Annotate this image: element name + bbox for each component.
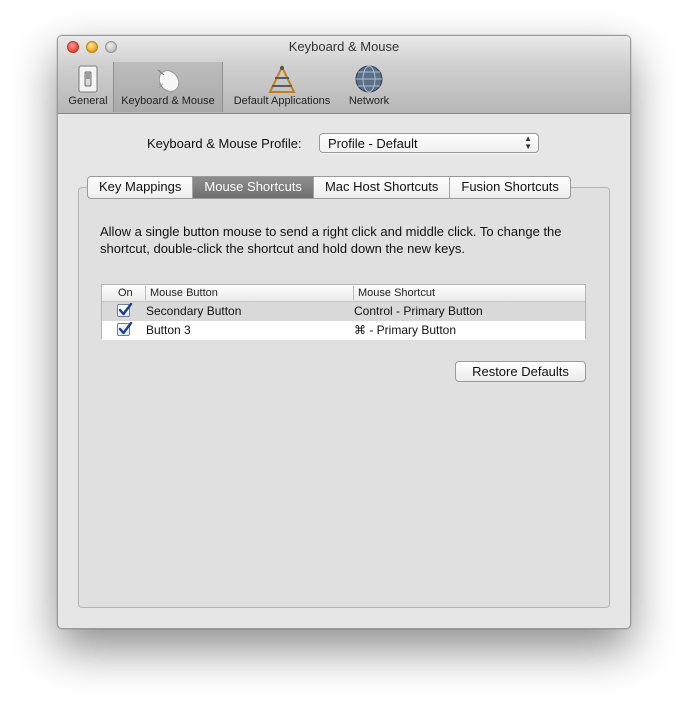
toolbar: Keyboard & Mouse General × Keyboard & Mo… <box>58 36 630 114</box>
description-text: Allow a single button mouse to send a ri… <box>100 224 562 256</box>
table-row[interactable]: Secondary Button Control - Primary Butto… <box>102 302 585 321</box>
column-header-mouse-shortcut[interactable]: Mouse Shortcut <box>353 286 584 300</box>
enabled-checkbox[interactable] <box>117 302 133 317</box>
column-header-mouse-button[interactable]: Mouse Button <box>145 286 353 300</box>
toolbar-item-label: General <box>68 95 108 107</box>
enabled-checkbox[interactable] <box>117 321 133 336</box>
toolbar-item-label: Keyboard & Mouse <box>121 95 215 107</box>
mouse-button-cell: Secondary Button <box>146 304 242 318</box>
mouse-shortcut-cell[interactable]: Control - Primary Button <box>354 304 483 318</box>
light-switch-icon <box>73 64 103 97</box>
restore-defaults-button[interactable]: Restore Defaults <box>455 361 586 382</box>
checkmark-icon <box>118 321 133 335</box>
profile-label: Keyboard & Mouse Profile: <box>147 136 302 151</box>
globe-icon <box>354 64 384 97</box>
toolbar-item-label: Default Applications <box>233 95 331 107</box>
table-header: On Mouse Button Mouse Shortcut <box>102 285 585 302</box>
up-down-arrows-icon: ▲ ▼ <box>524 134 532 151</box>
mouse-icon: × <box>151 64 185 97</box>
window-title: Keyboard & Mouse <box>288 39 400 54</box>
tab-mac-host-shortcuts[interactable]: Mac Host Shortcuts <box>314 177 451 198</box>
table-row[interactable]: Button 3 ⌘ - Primary Button <box>102 321 585 340</box>
mouse-shortcuts-table: On Mouse Button Mouse Shortcut Secondary… <box>101 284 586 340</box>
column-header-on[interactable]: On <box>114 286 133 300</box>
checkmark-icon <box>118 302 133 316</box>
profile-value: Profile - Default <box>328 136 418 151</box>
preferences-window: Keyboard & Mouse General × Keyboard & Mo… <box>57 35 631 629</box>
mouse-button-cell: Button 3 <box>146 323 191 337</box>
app-tools-icon <box>266 64 298 97</box>
profile-popup[interactable]: Profile - Default ▲ ▼ <box>319 133 539 153</box>
tab-key-mappings[interactable]: Key Mappings <box>88 177 194 198</box>
toolbar-item-keyboard-mouse[interactable]: × Keyboard & Mouse <box>113 62 223 112</box>
toolbar-item-label: Network <box>348 95 390 107</box>
tab-fusion-shortcuts[interactable]: Fusion Shortcuts <box>450 177 570 198</box>
mouse-shortcut-cell[interactable]: ⌘ - Primary Button <box>354 323 456 337</box>
tab-mouse-shortcuts[interactable]: Mouse Shortcuts <box>193 177 314 198</box>
toolbar-item-general[interactable]: General <box>63 62 113 112</box>
toolbar-item-network[interactable]: Network <box>342 62 396 112</box>
tab-bar: Key Mappings Mouse Shortcuts Mac Host Sh… <box>87 176 571 199</box>
toolbar-item-default-applications[interactable]: Default Applications <box>225 62 339 112</box>
svg-text:×: × <box>158 82 164 90</box>
